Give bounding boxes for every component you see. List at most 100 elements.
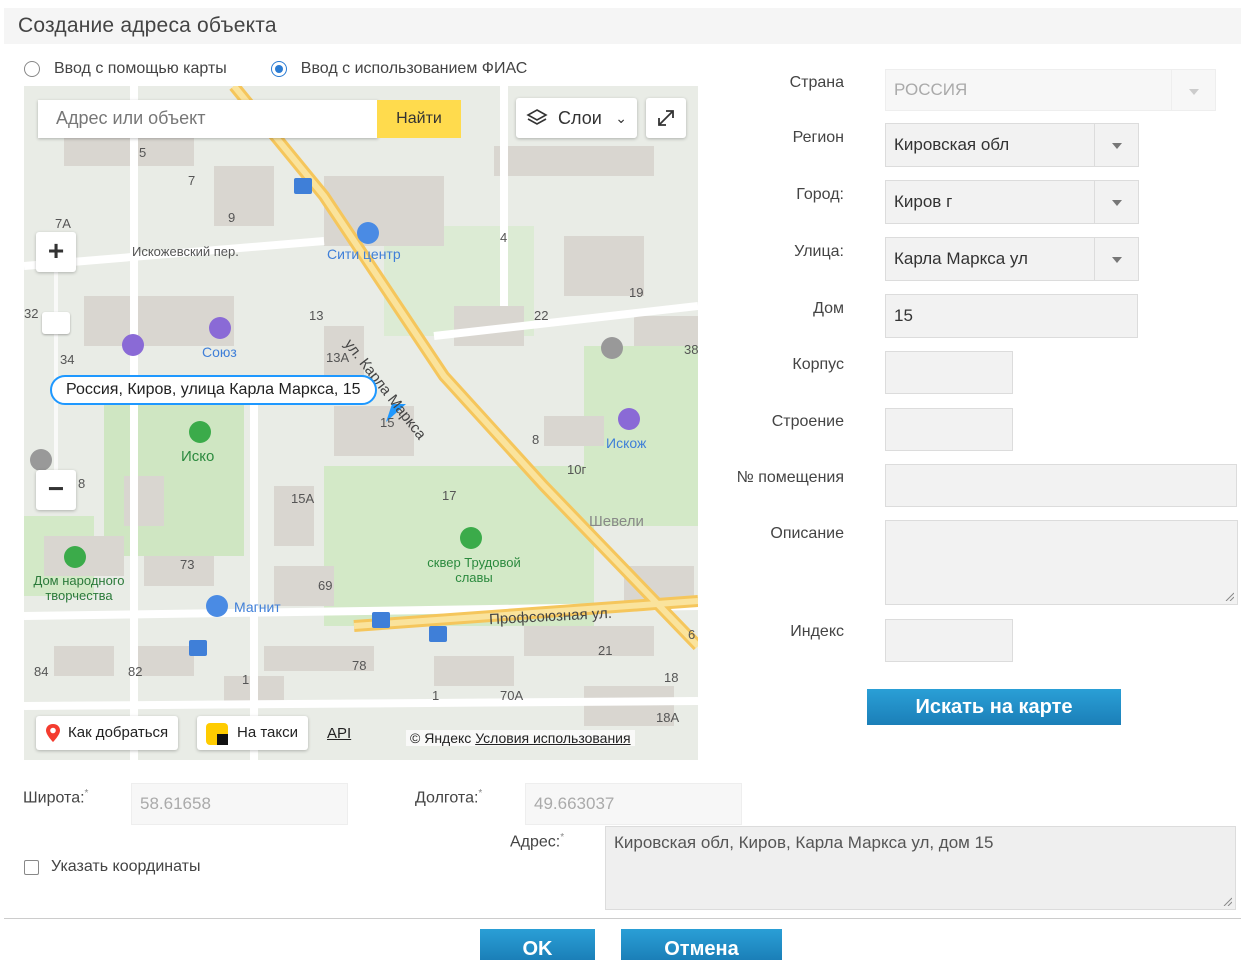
longitude-input: 49.663037 (525, 783, 742, 825)
room-input[interactable] (885, 464, 1237, 507)
taxi-button[interactable]: На такси (197, 716, 308, 750)
chevron-down-icon[interactable] (1094, 181, 1138, 223)
map-find-button[interactable]: Найти (377, 100, 461, 138)
house-number: 32 (24, 306, 39, 321)
region-select[interactable]: Кировская обл (885, 123, 1139, 167)
house-number: 17 (442, 488, 457, 503)
route-label: Как добраться (68, 724, 169, 741)
house-number: 8 (532, 432, 540, 447)
required-mark: * (478, 788, 483, 799)
house-number: 84 (34, 664, 49, 679)
map-mode-label[interactable]: Ввод с помощью карты (54, 60, 227, 78)
index-label: Индекс (790, 623, 844, 640)
route-button[interactable]: Как добраться (36, 716, 179, 750)
chevron-down-icon (1171, 70, 1215, 110)
structure-label: Строение (771, 413, 844, 430)
region-label: Регион (792, 129, 844, 146)
house-value: 15 (894, 306, 913, 325)
house-number: 73 (180, 557, 195, 572)
house-number: 38 (684, 342, 698, 357)
house-number: 1 (432, 688, 440, 703)
description-label: Описание (770, 525, 844, 542)
zoom-slider-handle[interactable] (42, 312, 70, 334)
room-label: № помещения (736, 469, 844, 486)
map-label-iskozh: Искож (606, 435, 647, 451)
map-label-magnit: Магнит (234, 599, 281, 615)
layers-label: Слои (558, 108, 602, 128)
terms-link[interactable]: Условия использования (475, 730, 630, 746)
cancel-button[interactable]: Отмена (621, 929, 782, 960)
resize-handle-icon[interactable] (1224, 591, 1234, 601)
zoom-slider-track[interactable] (54, 272, 58, 470)
ok-button[interactable]: OK (480, 929, 595, 960)
house-number: 82 (128, 664, 143, 679)
city-value: Киров г (894, 192, 953, 211)
map-label-soyuz: Союз (202, 344, 237, 360)
search-on-map-button[interactable]: Искать на карте (867, 689, 1121, 725)
house-number: 8 (78, 476, 86, 491)
longitude-label: Долгота:* (415, 788, 482, 807)
latitude-label-text: Широта: (23, 789, 85, 807)
footer-divider (4, 918, 1241, 919)
chevron-down-icon[interactable] (1094, 124, 1138, 166)
latitude-label: Широта:* (23, 788, 88, 807)
building-label: Корпус (792, 356, 844, 373)
map-search-input[interactable]: Адрес или объект (38, 100, 378, 138)
map-label-square: сквер Трудовой славы (427, 555, 521, 585)
taxi-icon (206, 723, 228, 745)
building-input[interactable] (885, 351, 1013, 394)
house-number: 18А (656, 710, 680, 725)
house-number: 10г (567, 462, 587, 477)
house-number: 9 (228, 210, 236, 225)
street-select[interactable]: Карла Маркса ул (885, 237, 1139, 281)
zoom-out-button[interactable]: − (36, 470, 76, 510)
specify-coordinates-checkbox[interactable] (24, 860, 39, 875)
copyright-text: © Яндекс (410, 730, 472, 746)
house-input[interactable]: 15 (885, 294, 1138, 338)
map-layers-button[interactable]: Слои ⌄ (516, 98, 637, 138)
address-textarea[interactable]: Кировская обл, Киров, Карла Маркса ул, д… (605, 826, 1236, 910)
map-mode-radio[interactable] (24, 61, 40, 77)
location-pin-icon (46, 724, 60, 742)
fias-mode-label[interactable]: Ввод с использованием ФИАС (301, 60, 528, 78)
house-number: 15А (291, 491, 315, 506)
address-label: Адрес:* (510, 832, 564, 851)
layers-icon (526, 109, 548, 125)
latitude-input: 58.61658 (131, 783, 348, 825)
address-dialog: Создание адреса объекта Ввод с помощью к… (0, 0, 1241, 960)
house-number: 69 (318, 578, 333, 593)
house-number: 18 (664, 670, 679, 685)
region-value: Кировская обл (894, 135, 1010, 154)
resize-handle-icon[interactable] (1222, 896, 1232, 906)
chevron-down-icon[interactable] (1094, 238, 1138, 280)
dialog-title: Создание адреса объекта (18, 14, 277, 37)
map-label-city-center: Сити центр (327, 246, 401, 262)
country-value: РОССИЯ (894, 80, 968, 99)
house-number: 34 (60, 352, 75, 367)
input-mode-group: Ввод с помощью карты Ввод с использовани… (24, 60, 571, 78)
address-value: Кировская обл, Киров, Карла Маркса ул, д… (614, 833, 994, 852)
api-link[interactable]: API (327, 725, 351, 742)
zoom-in-button[interactable]: + (36, 232, 76, 272)
taxi-label: На такси (237, 724, 298, 741)
latitude-value: 58.61658 (140, 794, 211, 813)
house-number: 7А (55, 216, 71, 231)
house-number: 4 (500, 230, 508, 245)
specify-coordinates-label[interactable]: Указать координаты (51, 858, 201, 876)
city-select[interactable]: Киров г (885, 180, 1139, 224)
required-mark: * (560, 832, 565, 843)
house-number: 22 (534, 308, 549, 323)
fias-mode-radio[interactable] (270, 61, 287, 77)
street-value: Карла Маркса ул (894, 249, 1028, 268)
address-label-text: Адрес: (510, 833, 561, 851)
country-select: РОССИЯ (885, 69, 1216, 111)
yandex-map[interactable]: Искожевский пер. Сити центр ул. Карла Ма… (24, 86, 698, 760)
street-label: Улица: (794, 243, 844, 260)
longitude-value: 49.663037 (534, 794, 615, 813)
map-label-iskozhevsky: Искожевский пер. (132, 244, 239, 259)
address-balloon[interactable]: Россия, Киров, улица Карла Маркса, 15 (50, 375, 377, 405)
house-number: 13 (309, 308, 324, 323)
index-input[interactable] (885, 619, 1013, 662)
description-textarea[interactable] (885, 520, 1238, 605)
structure-input[interactable] (885, 408, 1013, 451)
